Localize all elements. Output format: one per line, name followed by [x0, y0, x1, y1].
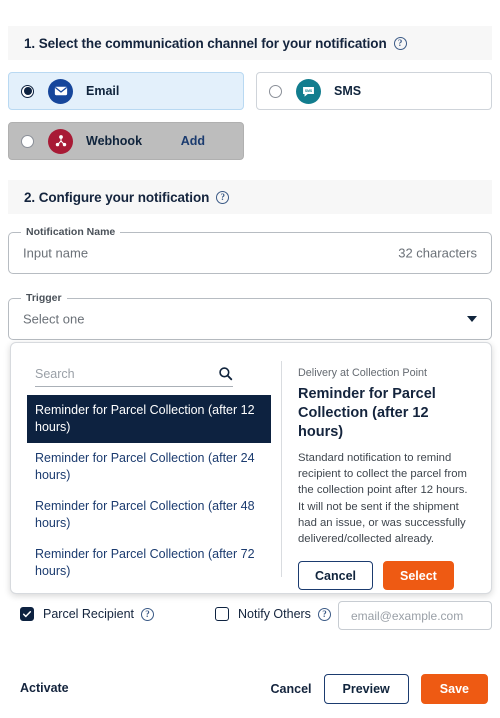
- step2-header: 2. Configure your notification ?: [8, 180, 492, 214]
- notify-others-label: Notify Others: [238, 607, 311, 621]
- list-item[interactable]: Reminder for Parcel Collection (after 24…: [27, 443, 271, 491]
- list-item[interactable]: Reminder for Parcel Collection (after 48…: [27, 491, 271, 539]
- detail-title: Reminder for Parcel Collection (after 12…: [298, 386, 436, 440]
- list-item[interactable]: Reminder for Parcel Collection (after 72…: [27, 539, 271, 587]
- help-icon[interactable]: ?: [317, 607, 331, 621]
- notification-name-input[interactable]: Input name: [23, 246, 88, 261]
- notify-others-email-input[interactable]: email@example.com: [338, 601, 492, 630]
- trigger-option-list-pane: Search Reminder for Parcel Collection (a…: [11, 343, 281, 593]
- radio-email[interactable]: [21, 84, 34, 98]
- radio-sms[interactable]: [269, 84, 282, 98]
- cancel-button[interactable]: Cancel: [298, 561, 373, 591]
- webhook-add-link[interactable]: Add: [181, 134, 205, 148]
- detail-description: Standard notification to remind recipien…: [298, 452, 468, 546]
- step1-title: 1. Select the communication channel for …: [24, 35, 387, 51]
- activate-link[interactable]: Activate: [20, 681, 69, 695]
- trigger-selected-value: Select one: [23, 311, 85, 327]
- channel-label-webhook: Webhook: [86, 134, 143, 148]
- channel-option-sms[interactable]: SMS SMS: [256, 72, 492, 110]
- trigger-detail-pane: Delivery at Collection Point Reminder fo…: [282, 343, 491, 593]
- help-icon[interactable]: ?: [141, 607, 155, 621]
- footer-cancel-button[interactable]: Cancel: [271, 682, 312, 696]
- character-counter: 32 characters: [398, 245, 477, 261]
- checkbox-notify-others[interactable]: [215, 607, 229, 621]
- envelope-icon: [48, 78, 73, 104]
- parcel-recipient-row[interactable]: Parcel Recipient ?: [20, 607, 155, 621]
- notification-name-field[interactable]: Notification Name Input name 32 characte…: [8, 226, 492, 274]
- speech-bubble-sms-icon: SMS: [296, 78, 321, 104]
- footer-actions: Cancel Preview Save: [271, 674, 488, 704]
- step2-title: 2. Configure your notification: [24, 189, 210, 205]
- notify-others-row[interactable]: Notify Others ?: [215, 607, 331, 621]
- notification-name-legend: Notification Name: [21, 226, 121, 238]
- notification-editor-page: 1. Select the communication channel for …: [0, 0, 500, 718]
- parcel-recipient-label: Parcel Recipient: [43, 607, 135, 621]
- trigger-dropdown-popover: Search Reminder for Parcel Collection (a…: [10, 342, 492, 594]
- trigger-option-list: Reminder for Parcel Collection (after 12…: [27, 395, 271, 587]
- search-input[interactable]: Search: [35, 367, 75, 381]
- checkbox-parcel-recipient[interactable]: [20, 607, 34, 621]
- trigger-legend: Trigger: [21, 292, 67, 304]
- search-icon[interactable]: [218, 366, 233, 381]
- channel-option-email[interactable]: Email: [8, 72, 244, 110]
- channel-option-webhook[interactable]: Webhook Add: [8, 122, 244, 160]
- list-item[interactable]: Reminder for Parcel Collection (after 12…: [27, 395, 271, 443]
- detail-category: Delivery at Collection Point: [298, 367, 428, 379]
- help-icon[interactable]: ?: [393, 36, 407, 50]
- svg-text:SMS: SMS: [305, 88, 313, 92]
- webhook-nodes-icon: [48, 128, 73, 154]
- radio-webhook[interactable]: [21, 134, 34, 148]
- help-icon[interactable]: ?: [216, 190, 230, 204]
- chevron-down-icon[interactable]: [467, 316, 477, 322]
- channel-label-email: Email: [86, 84, 120, 98]
- select-button[interactable]: Select: [383, 561, 454, 591]
- detail-actions: Cancel Select: [298, 561, 475, 591]
- trigger-select[interactable]: Trigger Select one: [8, 292, 492, 340]
- save-button[interactable]: Save: [420, 674, 488, 704]
- channel-label-sms: SMS: [334, 84, 362, 98]
- trigger-search-row[interactable]: Search: [35, 361, 233, 387]
- step1-header: 1. Select the communication channel for …: [8, 26, 492, 60]
- preview-button[interactable]: Preview: [323, 674, 409, 704]
